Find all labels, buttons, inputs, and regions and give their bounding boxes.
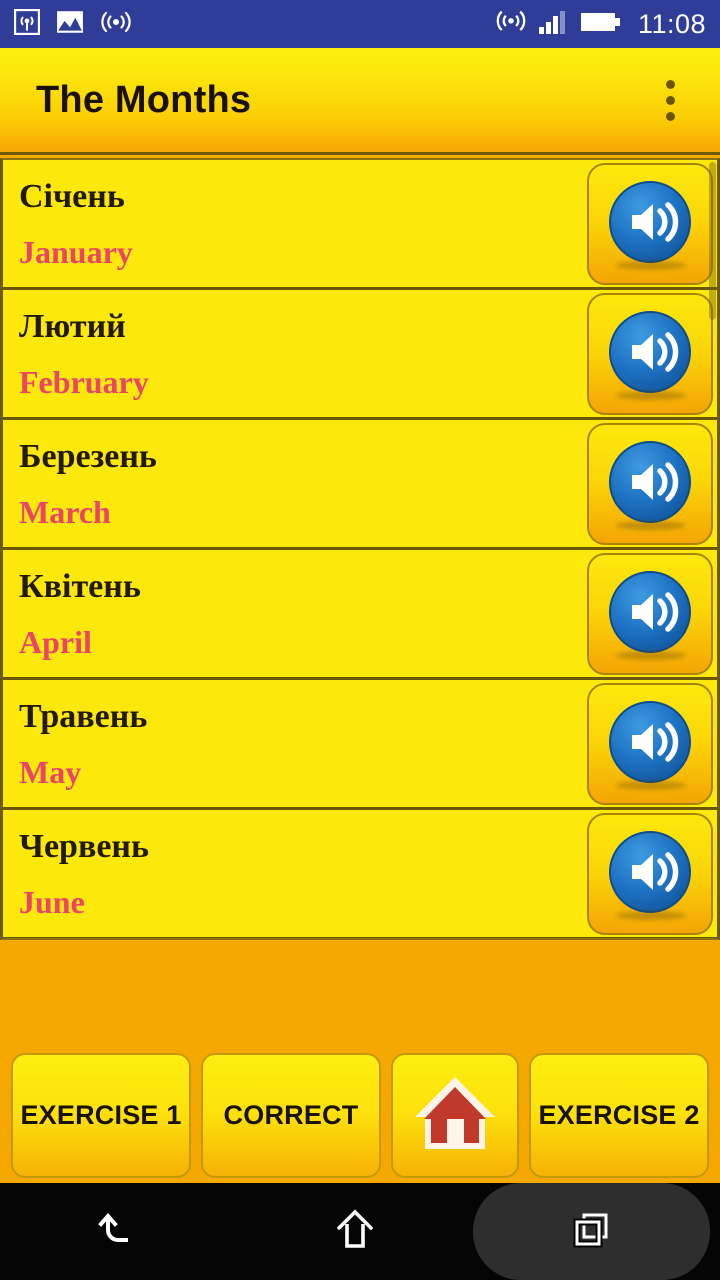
- month-native-word: Квітень: [19, 567, 141, 605]
- android-nav-bar: [0, 1183, 720, 1280]
- speaker-icon-shadow: [616, 650, 686, 660]
- page-title: The Months: [36, 78, 252, 121]
- bottom-bar-button[interactable]: CORRECT: [201, 1053, 381, 1178]
- signal-bars-icon: [538, 9, 568, 40]
- battery-icon: [580, 10, 622, 39]
- status-bar-clock: 11:08: [637, 8, 706, 39]
- month-native-word: Березень: [19, 437, 157, 475]
- month-translation-word: March: [19, 493, 111, 530]
- status-bar-right-icons: 11:08: [496, 8, 706, 41]
- speak-button[interactable]: [587, 422, 713, 545]
- month-translation-word: May: [19, 753, 82, 790]
- speaker-icon-shadow: [616, 520, 686, 530]
- home-button[interactable]: [391, 1053, 519, 1178]
- overflow-dot: [665, 79, 675, 89]
- overflow-dot: [665, 95, 675, 105]
- speaker-icon: [606, 310, 694, 400]
- speak-button[interactable]: [587, 162, 713, 285]
- list-scrollbar[interactable]: [709, 160, 716, 938]
- month-translation-word: April: [19, 623, 92, 660]
- back-arrow-icon: [92, 1203, 144, 1260]
- status-bar-left-icons: [14, 8, 132, 40]
- month-translation-word: January: [19, 233, 133, 270]
- month-row-text: Лютий February: [19, 307, 587, 400]
- app-bar: The Months: [0, 48, 720, 155]
- months-list[interactable]: Січень January Лютий February Березень March К…: [0, 158, 720, 940]
- status-bar: 11:08: [0, 0, 720, 48]
- months-list-inner: Січень January Лютий February Березень March К…: [3, 160, 717, 938]
- month-row-text: Травень May: [19, 697, 587, 790]
- month-row[interactable]: Квітень April: [3, 550, 717, 680]
- month-translation-word: June: [19, 883, 85, 920]
- speaker-icon: [606, 830, 694, 920]
- speaker-icon-shadow: [616, 780, 686, 790]
- speaker-icon: [606, 570, 694, 660]
- bottom-bar-button-label: EXERCISE 2: [538, 1100, 700, 1130]
- nav-recents-button[interactable]: [473, 1183, 711, 1280]
- month-row[interactable]: Січень January: [3, 160, 717, 290]
- bottom-bar-button-label: EXERCISE 1: [20, 1100, 182, 1130]
- bottom-bar-button[interactable]: EXERCISE 1: [11, 1053, 191, 1178]
- home-house-icon: [407, 1065, 503, 1166]
- speaker-icon: [606, 440, 694, 530]
- month-native-word: Січень: [19, 177, 125, 215]
- broadcast-icon: [14, 8, 40, 40]
- speak-button[interactable]: [587, 292, 713, 415]
- speaker-icon-shadow: [616, 390, 686, 400]
- speak-button[interactable]: [587, 812, 713, 935]
- recents-squares-icon: [568, 1205, 616, 1258]
- speaker-icon-shadow: [616, 260, 686, 270]
- month-row[interactable]: Березень March: [3, 420, 717, 550]
- speaker-icon: [606, 700, 694, 790]
- list-scrollbar-thumb[interactable]: [709, 162, 716, 320]
- nav-home-button[interactable]: [237, 1183, 474, 1280]
- month-row[interactable]: Травень May: [3, 680, 717, 810]
- month-row-text: Березень March: [19, 437, 587, 530]
- bottom-bar-button-label: CORRECT: [223, 1100, 359, 1130]
- month-row[interactable]: Червень June: [3, 810, 717, 938]
- month-row-text: Червень June: [19, 827, 587, 920]
- bottom-bar-button[interactable]: EXERCISE 2: [529, 1053, 709, 1178]
- bottom-button-bar: EXERCISE 1 CORRECT EXERCISE 2: [0, 1048, 720, 1183]
- overflow-menu-icon[interactable]: [646, 70, 694, 130]
- speak-button[interactable]: [587, 552, 713, 675]
- overflow-dot: [665, 111, 675, 121]
- month-row-text: Квітень April: [19, 567, 587, 660]
- speak-button[interactable]: [587, 682, 713, 805]
- month-row-text: Січень January: [19, 177, 587, 270]
- month-native-word: Червень: [19, 827, 149, 865]
- wireless-icon: [100, 9, 132, 40]
- nav-back-button[interactable]: [0, 1183, 237, 1280]
- home-outline-icon: [329, 1203, 381, 1260]
- month-row[interactable]: Лютий February: [3, 290, 717, 420]
- speaker-icon: [606, 180, 694, 270]
- month-native-word: Лютий: [19, 307, 126, 345]
- month-translation-word: February: [19, 363, 149, 400]
- hotspot-icon: [496, 8, 526, 41]
- phone-screen: 11:08 The Months Січень January Лютий Febru…: [0, 0, 720, 1280]
- month-native-word: Травень: [19, 697, 148, 735]
- photo-icon: [56, 9, 84, 40]
- speaker-icon-shadow: [616, 910, 686, 920]
